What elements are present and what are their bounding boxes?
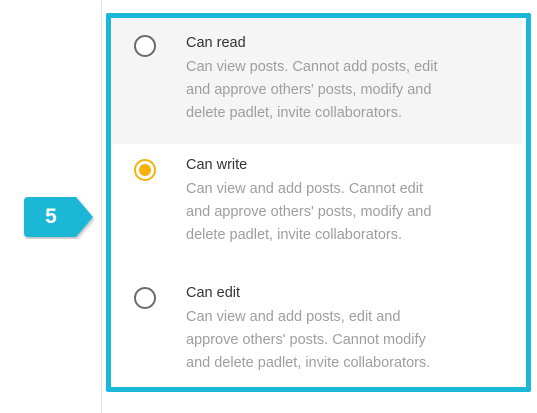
highlight-frame [106, 13, 531, 392]
step-callout: 5 [22, 195, 96, 239]
callout-number: 5 [45, 205, 57, 228]
